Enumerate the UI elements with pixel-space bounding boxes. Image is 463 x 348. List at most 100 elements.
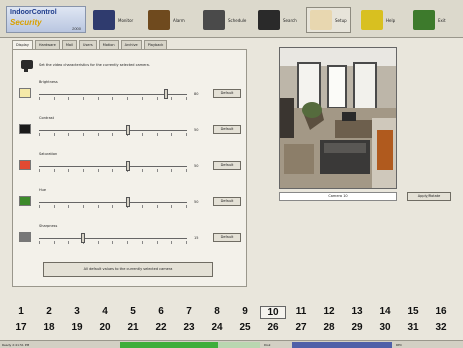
- camera-25-button[interactable]: 25: [232, 322, 258, 333]
- camera-hint: Set the video characteristics for the cu…: [21, 60, 150, 72]
- toolbar-exit-button[interactable]: Exit: [410, 7, 449, 33]
- camera-9-button[interactable]: 9: [232, 306, 258, 317]
- camera-4-button[interactable]: 4: [92, 306, 118, 317]
- activity-meter: [120, 342, 260, 348]
- camera-7-button[interactable]: 7: [176, 306, 202, 317]
- contrast-slider[interactable]: [39, 130, 187, 131]
- hue-swatch: [19, 196, 31, 206]
- brightness-row: Brightness 80 Default: [19, 80, 244, 115]
- tab-archive[interactable]: Archive: [120, 40, 142, 49]
- saturation-swatch: [19, 160, 31, 170]
- hue-default-button[interactable]: Default: [213, 197, 241, 206]
- tab-motion[interactable]: Motion: [98, 40, 119, 49]
- camera-18-button[interactable]: 18: [36, 322, 62, 333]
- contrast-label: Contrast: [39, 116, 54, 120]
- camera-14-button[interactable]: 14: [372, 306, 398, 317]
- camera-29-button[interactable]: 29: [344, 322, 370, 333]
- camera-13-button[interactable]: 13: [344, 306, 370, 317]
- reset-all-defaults-button[interactable]: All default values to the currently sele…: [43, 262, 213, 277]
- brightness-slider-thumb[interactable]: [164, 89, 169, 99]
- camera-row-1: 1 2 3 4 5 6 7 8 9 10 11 12 13 14 15 16: [0, 306, 463, 319]
- camera-15-button[interactable]: 15: [400, 306, 426, 317]
- camera-19-button[interactable]: 19: [64, 322, 90, 333]
- hue-slider[interactable]: [39, 202, 187, 203]
- brightness-default-button[interactable]: Default: [213, 89, 241, 98]
- monitor-icon: [93, 10, 115, 30]
- saturation-default-button[interactable]: Default: [213, 161, 241, 170]
- hue-label: Hue: [39, 188, 47, 192]
- brightness-swatch: [19, 88, 31, 98]
- camera-27-button[interactable]: 27: [288, 322, 314, 333]
- camera-16-button[interactable]: 16: [428, 306, 454, 317]
- camera-6-button[interactable]: 6: [148, 306, 174, 317]
- hue-row: Hue 50 Default: [19, 188, 244, 223]
- toolbar-monitor-button[interactable]: Monitor: [90, 7, 136, 33]
- camera-28-button[interactable]: 28: [316, 322, 342, 333]
- toolbar-setup-button[interactable]: Setup: [306, 7, 351, 33]
- setup-tabs: Display Hardware Mail Users Motion Archive Pla…: [12, 40, 168, 49]
- help-icon: [361, 10, 383, 30]
- tab-hardware[interactable]: Hardware: [34, 40, 60, 49]
- camera-30-button[interactable]: 30: [372, 322, 398, 333]
- tab-playback[interactable]: Playback: [143, 40, 168, 49]
- saturation-slider[interactable]: [39, 166, 187, 167]
- toolbar-alarm-button[interactable]: Alarm: [145, 7, 188, 33]
- camera-22-button[interactable]: 22: [148, 322, 174, 333]
- camera-26-button[interactable]: 26: [260, 322, 286, 333]
- slider-ticks: [39, 205, 187, 208]
- toolbar-help-button[interactable]: Help: [358, 7, 398, 33]
- toolbar-label: Exit: [438, 17, 446, 23]
- apply-rotate-button[interactable]: Apply/Rotate: [407, 192, 451, 201]
- sharpness-slider-thumb[interactable]: [81, 233, 86, 243]
- sharpness-default-button[interactable]: Default: [213, 233, 241, 242]
- camera-31-button[interactable]: 31: [400, 322, 426, 333]
- camera-5-button[interactable]: 5: [120, 306, 146, 317]
- contrast-slider-thumb[interactable]: [125, 125, 130, 135]
- camera-10-button[interactable]: 10: [260, 306, 286, 319]
- camera-preview: [279, 47, 397, 189]
- sharpness-label: Sharpness: [39, 224, 58, 228]
- saturation-slider-thumb[interactable]: [125, 161, 130, 171]
- video-settings-panel: Set the video characteristics for the cu…: [12, 49, 247, 287]
- camera-2-button[interactable]: 2: [36, 306, 62, 317]
- brightness-label: Brightness: [39, 80, 58, 84]
- main-toolbar: IndoorControl Security 2000 Monitor Alarm…: [0, 0, 463, 38]
- tab-display[interactable]: Display: [12, 40, 33, 49]
- slider-ticks: [39, 133, 187, 136]
- camera-32-button[interactable]: 32: [428, 322, 454, 333]
- status-mid: Disk: [264, 343, 271, 347]
- brightness-value: 80: [194, 92, 199, 96]
- camera-23-button[interactable]: 23: [176, 322, 202, 333]
- sharpness-swatch: [19, 232, 31, 242]
- camera-12-button[interactable]: 12: [316, 306, 342, 317]
- alarm-icon: [148, 10, 170, 30]
- logo-line1: IndoorControl: [10, 9, 57, 16]
- camera-11-button[interactable]: 11: [288, 306, 314, 317]
- status-left: Ready 2:41:51 PM: [2, 343, 30, 347]
- camera-20-button[interactable]: 20: [92, 322, 118, 333]
- toolbar-schedule-button[interactable]: Schedule: [200, 7, 249, 33]
- app-logo: IndoorControl Security 2000: [6, 6, 86, 33]
- camera-8-button[interactable]: 8: [204, 306, 230, 317]
- sharpness-row: Sharpness 15 Default: [19, 224, 244, 259]
- contrast-swatch: [19, 124, 31, 134]
- contrast-row: Contrast 50 Default: [19, 116, 244, 151]
- camera-1-button[interactable]: 1: [8, 306, 34, 317]
- toolbar-label: Schedule: [228, 17, 247, 23]
- camera-3-button[interactable]: 3: [64, 306, 90, 317]
- camera-21-button[interactable]: 21: [120, 322, 146, 333]
- toolbar-search-button[interactable]: Search: [255, 7, 300, 33]
- toolbar-label: Monitor: [118, 17, 134, 23]
- hue-slider-thumb[interactable]: [125, 197, 130, 207]
- camera-caption: Camera 10: [279, 192, 397, 201]
- tab-users[interactable]: Users: [78, 40, 97, 49]
- slider-ticks: [39, 169, 187, 172]
- camera-24-button[interactable]: 24: [204, 322, 230, 333]
- contrast-default-button[interactable]: Default: [213, 125, 241, 134]
- schedule-icon: [203, 10, 225, 30]
- camera-17-button[interactable]: 17: [8, 322, 34, 333]
- sharpness-slider[interactable]: [39, 238, 187, 239]
- tab-mail[interactable]: Mail: [61, 40, 77, 49]
- exit-icon: [413, 10, 435, 30]
- office-scene-image: [280, 48, 396, 188]
